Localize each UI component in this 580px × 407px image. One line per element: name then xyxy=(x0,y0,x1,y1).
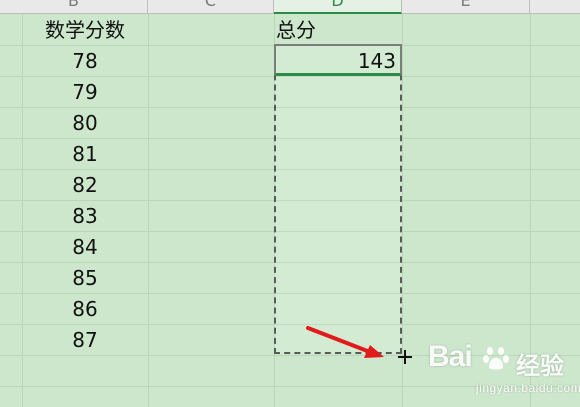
column-header-d-label: D xyxy=(331,0,344,10)
red-arrow-icon xyxy=(306,326,384,358)
column-header-f[interactable] xyxy=(530,0,580,14)
spreadsheet-sheet: B C D E 数学分数 总分 78 79 80 81 82 83 84 85 … xyxy=(0,0,580,407)
column-header-e-label: E xyxy=(460,0,471,10)
math-score-cell[interactable]: 82 xyxy=(22,170,148,201)
total-value-cell[interactable]: 143 xyxy=(276,46,398,77)
watermark-domain: jingyan.baidu.com xyxy=(476,381,580,395)
math-score-cell[interactable]: 86 xyxy=(22,294,148,325)
selected-range[interactable] xyxy=(274,44,402,354)
column-header-b[interactable]: B xyxy=(0,0,148,14)
column-header-c[interactable]: C xyxy=(148,0,274,14)
baidu-jingyan-watermark: Bai 经验 jingyan.baidu.com xyxy=(420,338,580,407)
math-score-cell[interactable]: 80 xyxy=(22,108,148,139)
math-score-header-cell[interactable]: 数学分数 xyxy=(22,15,148,46)
crosshair-plus-icon[interactable] xyxy=(397,349,413,365)
math-score-cell[interactable]: 87 xyxy=(22,325,148,356)
math-score-cell[interactable]: 84 xyxy=(22,232,148,263)
math-score-cell[interactable]: 81 xyxy=(22,139,148,170)
paw-logo-icon xyxy=(483,347,509,370)
watermark-suffix: 经验 xyxy=(516,353,564,380)
math-score-cell[interactable]: 85 xyxy=(22,263,148,294)
math-score-cell[interactable]: 78 xyxy=(22,46,148,77)
column-header-b-label: B xyxy=(68,0,79,10)
grid-line-vertical xyxy=(148,14,149,407)
column-header-c-label: C xyxy=(204,0,217,10)
column-header-e[interactable]: E xyxy=(402,0,530,14)
watermark-brand: Bai xyxy=(428,340,473,373)
total-header-cell[interactable]: 总分 xyxy=(276,15,400,46)
math-score-cell[interactable]: 79 xyxy=(22,77,148,108)
column-header-d[interactable]: D xyxy=(274,0,402,14)
math-score-cell[interactable]: 83 xyxy=(22,201,148,232)
